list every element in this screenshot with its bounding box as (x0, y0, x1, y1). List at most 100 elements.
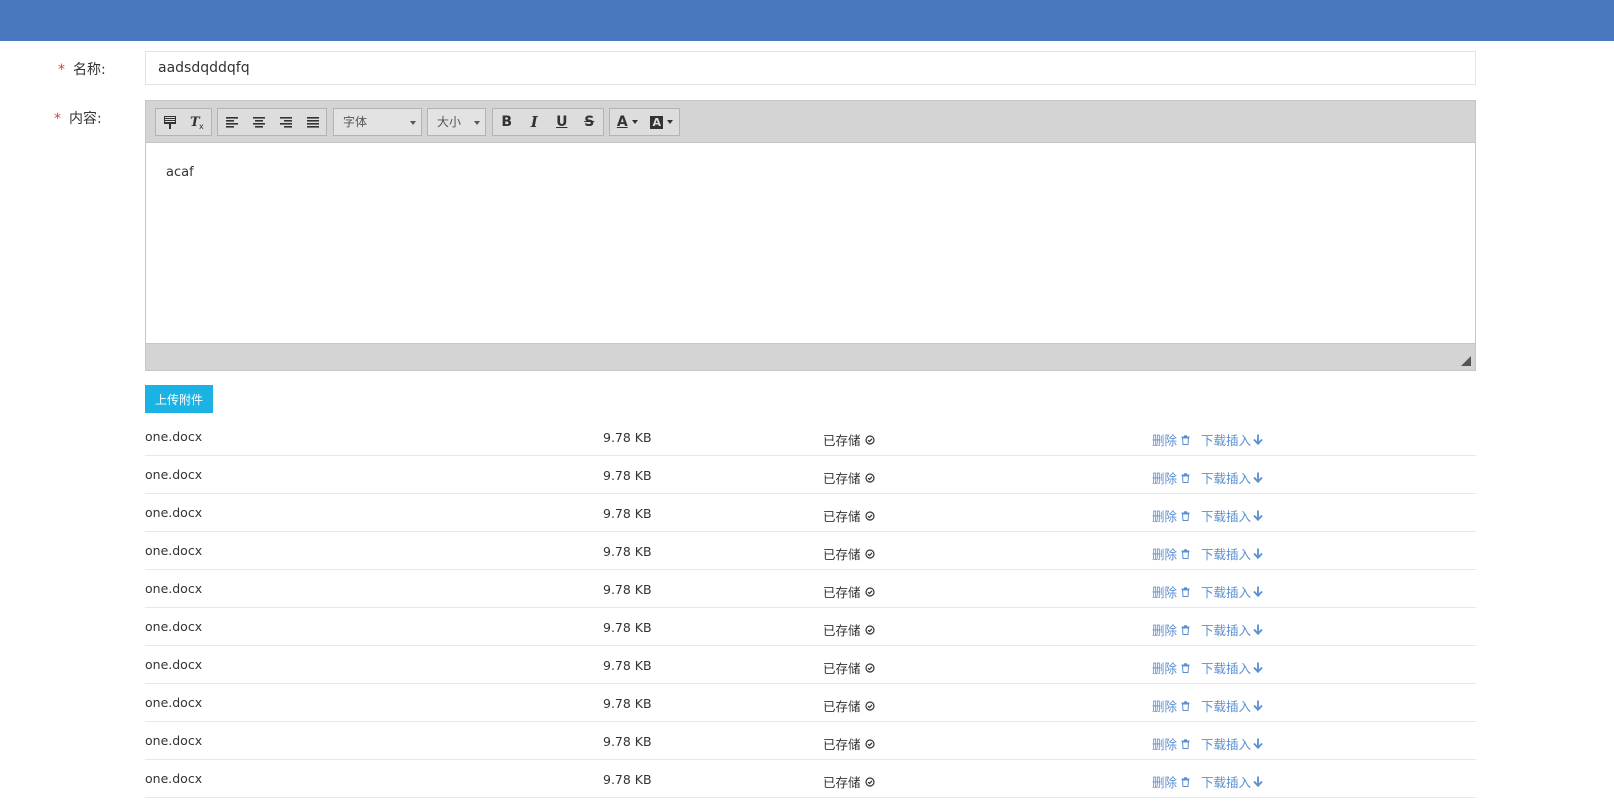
download-insert-link[interactable]: 下载插入 (1201, 544, 1263, 563)
arrow-down-icon (1253, 548, 1263, 559)
download-insert-link[interactable]: 下载插入 (1201, 772, 1263, 791)
background-color-button[interactable]: A (645, 109, 680, 135)
attachment-size: 9.78 KB (603, 468, 652, 483)
attachment-row: one.docx 9.78 KB 已存储 删除 下载插入 (145, 684, 1476, 722)
download-label: 下载插入 (1201, 509, 1252, 524)
attachment-status: 已存储 (823, 658, 875, 677)
trash-icon (1181, 510, 1190, 521)
download-insert-link[interactable]: 下载插入 (1201, 430, 1263, 449)
align-group (217, 108, 327, 136)
delete-attachment-link[interactable]: 删除 (1152, 620, 1190, 639)
font-color-button[interactable]: A (610, 109, 645, 135)
arrow-down-icon (1253, 738, 1263, 749)
font-family-select-label: 字体 (343, 115, 368, 129)
trash-icon (1181, 586, 1190, 597)
attachment-size: 9.78 KB (603, 658, 652, 673)
attachment-row: one.docx 9.78 KB 已存储 删除 下载插入 (145, 570, 1476, 608)
svg-text:x: x (199, 122, 204, 130)
font-size-select[interactable]: 大小 (427, 108, 486, 136)
delete-attachment-link[interactable]: 删除 (1152, 658, 1190, 677)
download-label: 下载插入 (1201, 547, 1252, 562)
underline-button[interactable]: U (548, 109, 576, 135)
resize-handle-icon[interactable] (1461, 356, 1471, 366)
chevron-down-icon (410, 121, 416, 125)
attachment-size: 9.78 KB (603, 430, 652, 445)
delete-label: 删除 (1152, 547, 1178, 562)
rich-text-editor: T x 字体 大小 B I U S A A acaf (145, 100, 1476, 371)
font-family-select[interactable]: 字体 (333, 108, 422, 136)
background-color-icon: A (650, 115, 663, 129)
name-input[interactable] (145, 51, 1476, 85)
color-group: A A (609, 108, 680, 136)
attachment-status: 已存储 (823, 430, 875, 449)
chevron-down-icon (474, 121, 480, 125)
download-insert-link[interactable]: 下载插入 (1201, 506, 1263, 525)
delete-label: 删除 (1152, 699, 1178, 714)
attachment-row: one.docx 9.78 KB 已存储 删除 下载插入 (145, 760, 1476, 798)
download-insert-link[interactable]: 下载插入 (1201, 734, 1263, 753)
delete-attachment-link[interactable]: 删除 (1152, 734, 1190, 753)
check-circle-icon (864, 548, 875, 559)
format-painter-button[interactable] (156, 109, 184, 135)
delete-attachment-link[interactable]: 删除 (1152, 544, 1190, 563)
download-insert-link[interactable]: 下载插入 (1201, 468, 1263, 487)
download-label: 下载插入 (1201, 737, 1252, 752)
attachment-status: 已存储 (823, 544, 875, 563)
arrow-down-icon (1253, 434, 1263, 445)
attachment-status-text: 已存储 (823, 471, 861, 486)
attachment-row: one.docx 9.78 KB 已存储 删除 下载插入 (145, 646, 1476, 684)
attachment-status: 已存储 (823, 468, 875, 487)
delete-attachment-link[interactable]: 删除 (1152, 468, 1190, 487)
trash-icon (1181, 624, 1190, 635)
attachment-size: 9.78 KB (603, 620, 652, 635)
align-right-button[interactable] (272, 109, 299, 135)
delete-attachment-link[interactable]: 删除 (1152, 506, 1190, 525)
trash-icon (1181, 700, 1190, 711)
download-label: 下载插入 (1201, 661, 1252, 676)
font-color-icon: A (616, 114, 628, 130)
italic-button[interactable]: I (521, 109, 549, 135)
download-insert-link[interactable]: 下载插入 (1201, 620, 1263, 639)
delete-attachment-link[interactable]: 删除 (1152, 582, 1190, 601)
check-circle-icon (864, 472, 875, 483)
download-insert-link[interactable]: 下载插入 (1201, 696, 1263, 715)
attachment-status: 已存储 (823, 734, 875, 753)
align-justify-button[interactable] (299, 109, 326, 135)
delete-label: 删除 (1152, 471, 1178, 486)
arrow-down-icon (1253, 662, 1263, 673)
delete-attachment-link[interactable]: 删除 (1152, 772, 1190, 791)
attachment-name: one.docx (145, 733, 203, 748)
clear-format-button[interactable]: T x (184, 109, 212, 135)
attachment-name: one.docx (145, 771, 203, 786)
strikethrough-button[interactable]: S (576, 109, 604, 135)
align-center-button[interactable] (245, 109, 272, 135)
download-label: 下载插入 (1201, 585, 1252, 600)
delete-attachment-link[interactable]: 删除 (1152, 696, 1190, 715)
attachment-status: 已存储 (823, 696, 875, 715)
attachment-name: one.docx (145, 695, 203, 710)
arrow-down-icon (1253, 700, 1263, 711)
attachment-status-text: 已存储 (823, 585, 861, 600)
align-justify-icon (306, 117, 319, 128)
trash-icon (1181, 738, 1190, 749)
attachment-size: 9.78 KB (603, 582, 652, 597)
attachment-name: one.docx (145, 467, 203, 482)
align-left-button[interactable] (218, 109, 245, 135)
delete-label: 删除 (1152, 433, 1178, 448)
attachment-row: one.docx 9.78 KB 已存储 删除 下载插入 (145, 494, 1476, 532)
required-asterisk: * (58, 62, 65, 78)
attachment-status-text: 已存储 (823, 433, 861, 448)
attachment-row: one.docx 9.78 KB 已存储 删除 下载插入 (145, 418, 1476, 456)
bold-button[interactable]: B (493, 109, 521, 135)
delete-attachment-link[interactable]: 删除 (1152, 430, 1190, 449)
delete-label: 删除 (1152, 585, 1178, 600)
trash-icon (1181, 434, 1190, 445)
attachment-status: 已存储 (823, 506, 875, 525)
upload-attachment-button[interactable]: 上传附件 (145, 385, 213, 413)
download-insert-link[interactable]: 下载插入 (1201, 658, 1263, 677)
check-circle-icon (864, 586, 875, 597)
check-circle-icon (864, 624, 875, 635)
editor-content-area[interactable]: acaf (146, 143, 1475, 343)
download-insert-link[interactable]: 下载插入 (1201, 582, 1263, 601)
align-center-icon (252, 117, 265, 128)
